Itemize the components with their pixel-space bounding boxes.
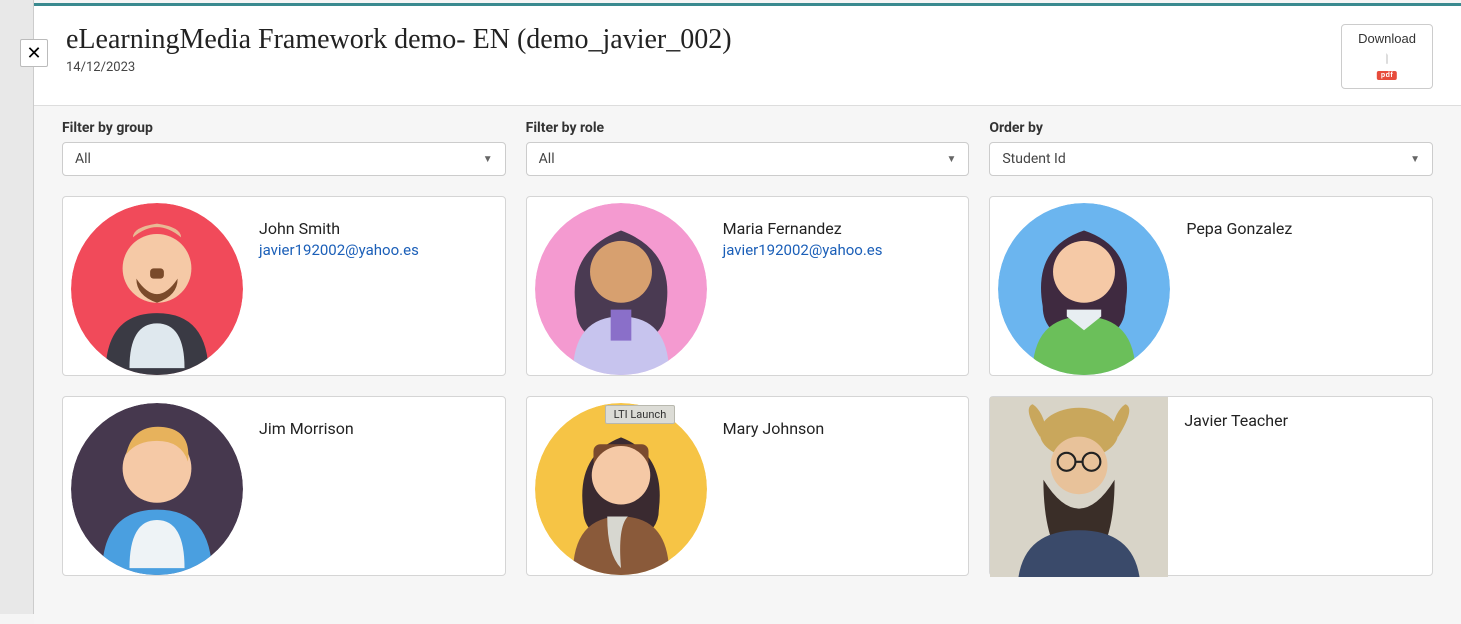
- student-card[interactable]: Jim Morrison: [62, 396, 506, 576]
- student-name: Jim Morrison: [259, 419, 354, 438]
- filters-row: Filter by group All ▼ Filter by role All…: [62, 120, 1433, 176]
- filter-group-select[interactable]: All ▼: [62, 142, 506, 176]
- student-name: Mary Johnson: [723, 419, 825, 438]
- background-sidebar: [0, 0, 34, 614]
- student-info: Maria Fernandez javier192002@yahoo.es: [723, 205, 883, 367]
- student-card[interactable]: John Smith javier192002@yahoo.es: [62, 196, 506, 376]
- student-info: Javier Teacher: [1184, 397, 1288, 575]
- filter-role: Filter by role All ▼: [526, 120, 970, 176]
- student-cards-grid: John Smith javier192002@yahoo.es Ma: [62, 196, 1433, 576]
- download-label: Download: [1358, 31, 1416, 46]
- order-by-value: Student Id: [1002, 151, 1065, 167]
- student-name: Javier Teacher: [1184, 411, 1288, 430]
- chevron-down-icon: ▼: [1410, 154, 1420, 165]
- student-name: John Smith: [259, 219, 419, 238]
- chevron-down-icon: ▼: [483, 154, 493, 165]
- order-by-label: Order by: [989, 120, 1433, 136]
- avatar: [990, 397, 1168, 577]
- filter-role-select[interactable]: All ▼: [526, 142, 970, 176]
- page-date: 14/12/2023: [66, 60, 1341, 75]
- close-button[interactable]: ✕: [20, 39, 48, 67]
- student-name: Maria Fernandez: [723, 219, 883, 238]
- download-button[interactable]: Download pdf: [1341, 24, 1433, 89]
- avatar: [71, 203, 243, 375]
- student-card[interactable]: LTI Launch Mary Johnson: [526, 396, 970, 576]
- avatar: [535, 203, 707, 375]
- avatar: [71, 403, 243, 575]
- student-email[interactable]: javier192002@yahoo.es: [259, 241, 419, 259]
- student-info: Jim Morrison: [259, 405, 354, 567]
- lti-launch-tooltip: LTI Launch: [605, 405, 676, 424]
- chevron-down-icon: ▼: [946, 154, 956, 165]
- modal-body: Filter by group All ▼ Filter by role All…: [34, 106, 1461, 624]
- order-by: Order by Student Id ▼: [989, 120, 1433, 176]
- order-by-select[interactable]: Student Id ▼: [989, 142, 1433, 176]
- avatar: [535, 403, 707, 575]
- student-name: Pepa Gonzalez: [1186, 219, 1292, 238]
- pdf-icon: pdf: [1373, 48, 1401, 82]
- modal-window: ✕ eLearningMedia Framework demo- EN (dem…: [34, 3, 1461, 614]
- filter-group: Filter by group All ▼: [62, 120, 506, 176]
- student-card[interactable]: Javier Teacher: [989, 396, 1433, 576]
- student-email[interactable]: javier192002@yahoo.es: [723, 241, 883, 259]
- student-info: Mary Johnson: [723, 405, 825, 567]
- student-card[interactable]: Maria Fernandez javier192002@yahoo.es: [526, 196, 970, 376]
- page-title: eLearningMedia Framework demo- EN (demo_…: [66, 24, 1341, 56]
- avatar: [998, 203, 1170, 375]
- student-card[interactable]: Pepa Gonzalez: [989, 196, 1433, 376]
- filter-role-label: Filter by role: [526, 120, 970, 136]
- title-area: eLearningMedia Framework demo- EN (demo_…: [66, 24, 1341, 75]
- student-info: Pepa Gonzalez: [1186, 205, 1292, 367]
- filter-role-value: All: [539, 151, 555, 167]
- filter-group-label: Filter by group: [62, 120, 506, 136]
- modal-header: ✕ eLearningMedia Framework demo- EN (dem…: [34, 6, 1461, 106]
- close-icon: ✕: [26, 43, 41, 64]
- student-info: John Smith javier192002@yahoo.es: [259, 205, 419, 367]
- filter-group-value: All: [75, 151, 91, 167]
